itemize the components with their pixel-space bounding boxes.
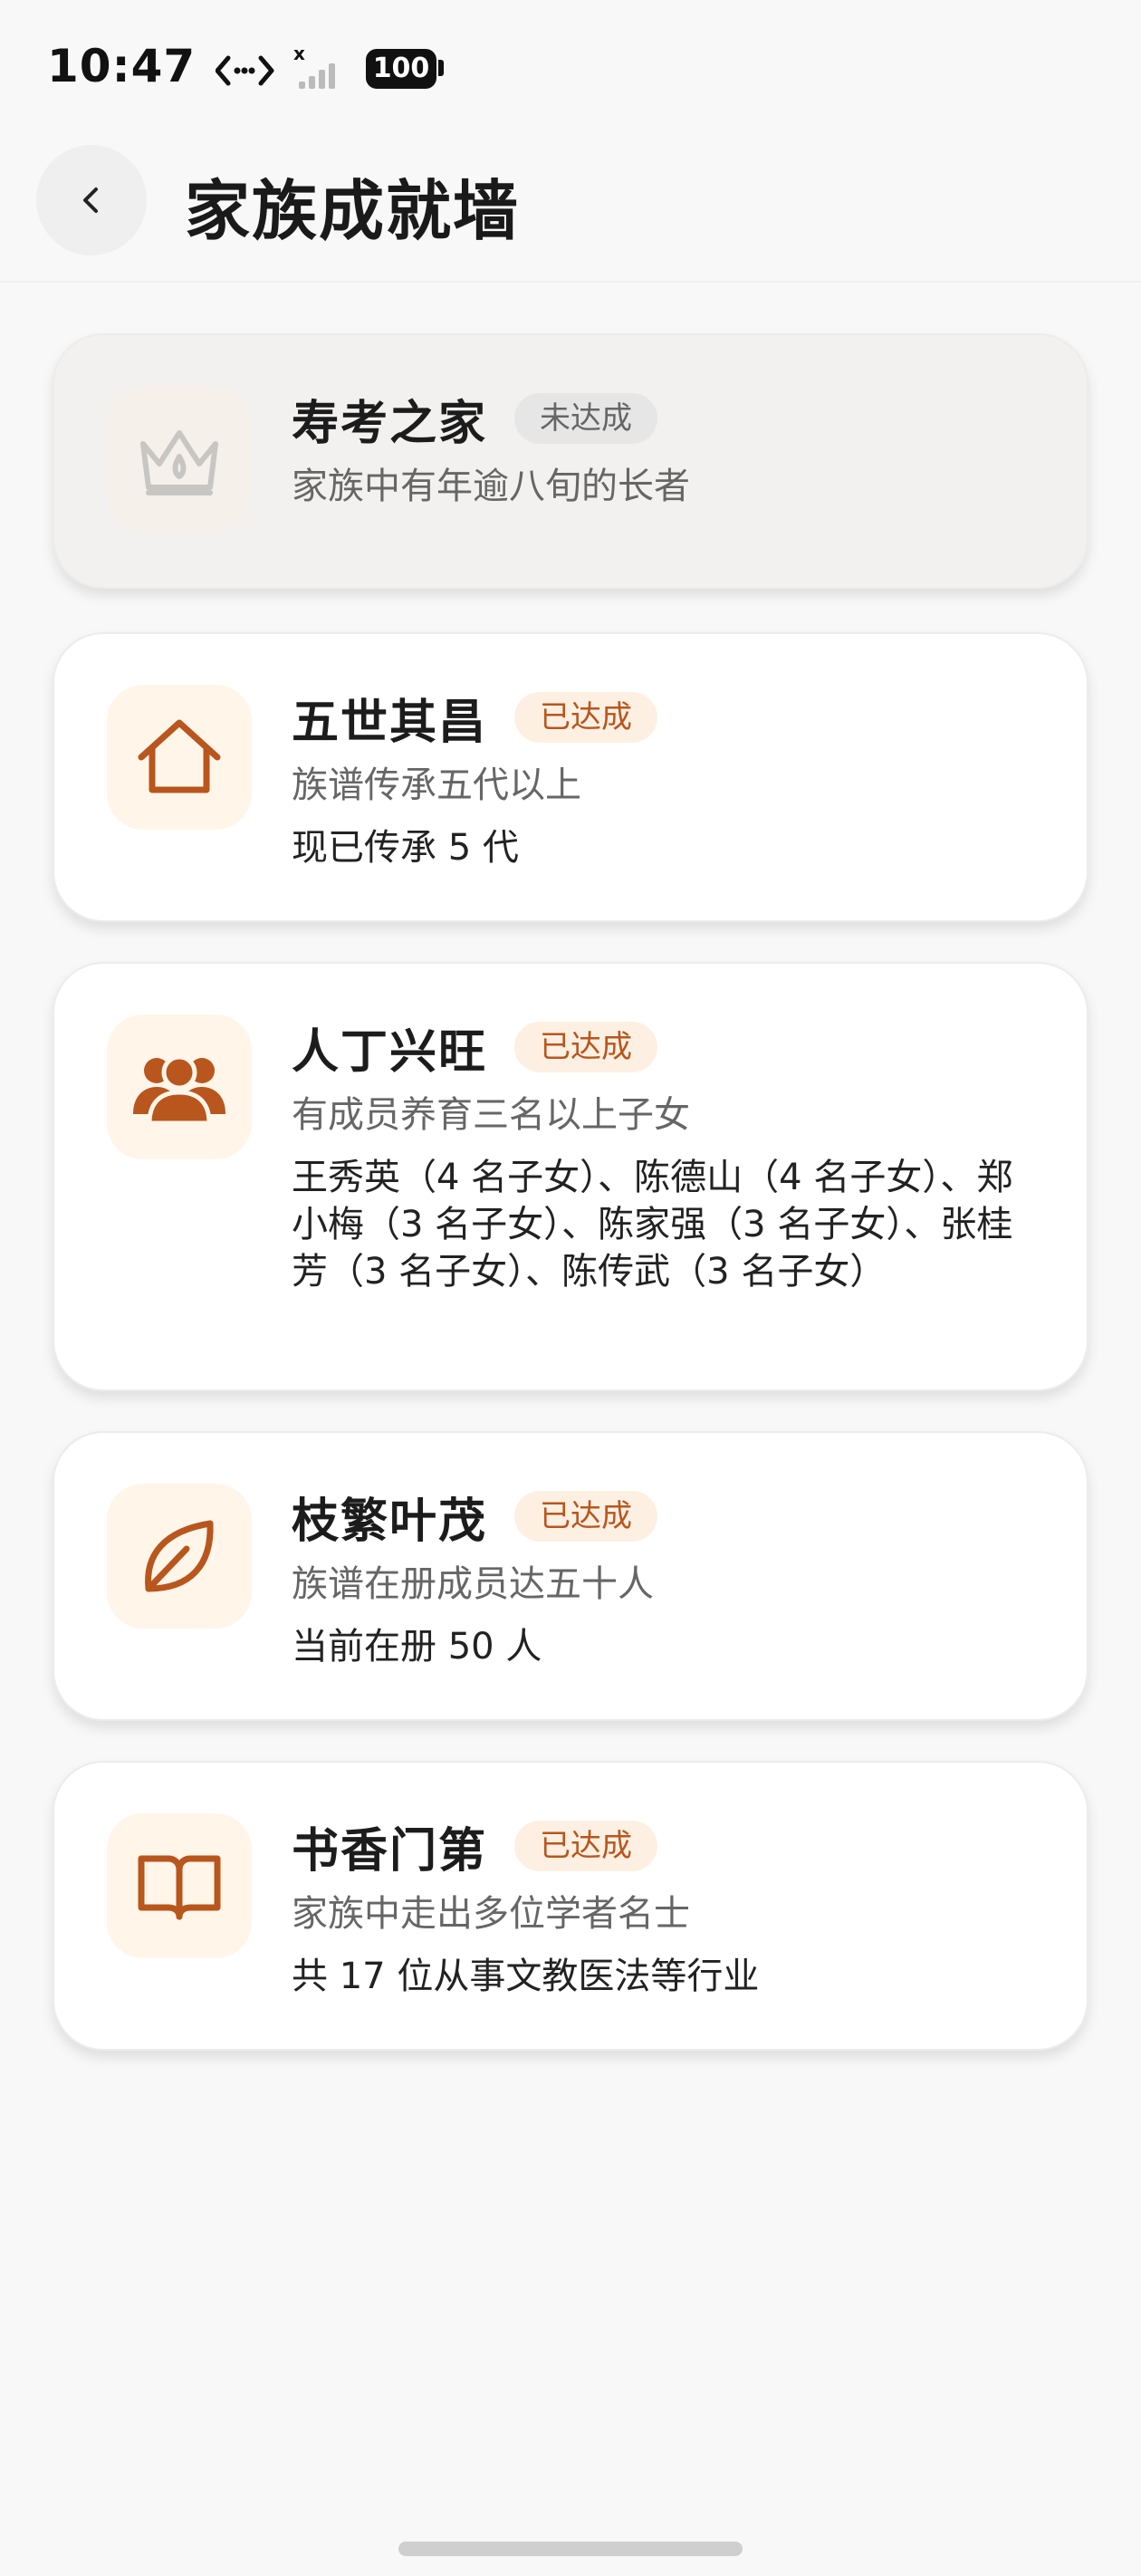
page-title: 家族成就墙 xyxy=(185,173,521,249)
home-indicator[interactable] xyxy=(398,2542,743,2556)
back-button[interactable] xyxy=(36,145,147,255)
achievement-card-scholarly[interactable]: 书香门第 已达成 家族中走出多位学者名士 共 17 位从事文教医法等行业 xyxy=(53,1761,1088,2051)
achievement-desc: 家族中有年逾八旬的长者 xyxy=(292,466,690,507)
book-icon xyxy=(138,1855,221,1920)
app-header: 家族成就墙 xyxy=(0,136,1141,283)
battery-icon: 100 xyxy=(366,49,436,89)
achievement-title: 人丁兴旺 xyxy=(292,1024,488,1080)
achievement-desc: 有成员养育三名以上子女 xyxy=(292,1094,690,1136)
chevron-left-icon xyxy=(83,187,98,213)
achievement-desc: 家族中走出多位学者名士 xyxy=(292,1893,690,1935)
achievement-body: 书香门第 已达成 家族中走出多位学者名士 共 17 位从事文教医法等行业 xyxy=(292,1810,1032,2000)
achievement-title: 枝繁叶茂 xyxy=(292,1494,488,1549)
achievement-detail: 当前在册 50 人 xyxy=(292,1626,542,1668)
house-icon xyxy=(138,719,221,793)
achievement-icon-box xyxy=(107,1484,252,1629)
people-icon xyxy=(133,1054,225,1126)
status-time: 10:47 xyxy=(47,40,197,92)
status-badge: 已达成 xyxy=(514,692,658,743)
achievement-icon-box xyxy=(107,685,252,830)
achievement-icon-box xyxy=(107,386,252,531)
network-signal-icon: x xyxy=(216,43,335,89)
leaf-icon xyxy=(145,1520,214,1592)
status-badge: 已达成 xyxy=(514,1821,658,1871)
achievement-body: 枝繁叶茂 已达成 族谱在册成员达五十人 当前在册 50 人 xyxy=(292,1480,1032,1670)
achievement-detail: 王秀英（4 名子女）、陈德山（4 名子女）、郑小梅（3 名子女）、陈家强（3 名… xyxy=(292,1157,1013,1293)
achievement-card-prosperous[interactable]: 人丁兴旺 已达成 有成员养育三名以上子女 王秀英（4 名子女）、陈德山（4 名子… xyxy=(53,962,1088,1391)
achievement-icon-box xyxy=(107,1014,252,1159)
achievement-card-generations[interactable]: 五世其昌 已达成 族谱传承五代以上 现已传承 5 代 xyxy=(53,632,1088,922)
achievement-desc: 族谱在册成员达五十人 xyxy=(292,1563,654,1605)
achievement-body: 人丁兴旺 已达成 有成员养育三名以上子女 王秀英（4 名子女）、陈德山（4 名子… xyxy=(292,1011,1032,1295)
battery-tip xyxy=(438,60,444,76)
achievement-body: 寿考之家 未达成 家族中有年逾八旬的长者 xyxy=(292,382,1032,511)
status-badge: 未达成 xyxy=(514,393,658,444)
status-bar: 10:47 x 100 xyxy=(0,0,1141,136)
achievement-body: 五世其昌 已达成 族谱传承五代以上 现已传承 5 代 xyxy=(292,681,1032,871)
achievement-title: 寿考之家 xyxy=(292,396,488,451)
achievement-card-flourishing[interactable]: 枝繁叶茂 已达成 族谱在册成员达五十人 当前在册 50 人 xyxy=(53,1431,1088,1721)
achievement-desc: 族谱传承五代以上 xyxy=(292,764,581,806)
achievement-detail: 现已传承 5 代 xyxy=(292,827,519,869)
crown-icon xyxy=(140,430,218,495)
svg-text:x: x xyxy=(293,43,305,64)
status-badge: 已达成 xyxy=(514,1491,658,1542)
achievement-detail: 共 17 位从事文教医法等行业 xyxy=(292,1956,760,1997)
achievement-title: 五世其昌 xyxy=(292,695,488,750)
achievement-card-longevity[interactable]: 寿考之家 未达成 家族中有年逾八旬的长者 xyxy=(53,333,1088,589)
achievement-icon-box xyxy=(107,1813,252,1958)
status-badge: 已达成 xyxy=(514,1022,658,1072)
achievement-title: 书香门第 xyxy=(292,1823,488,1879)
